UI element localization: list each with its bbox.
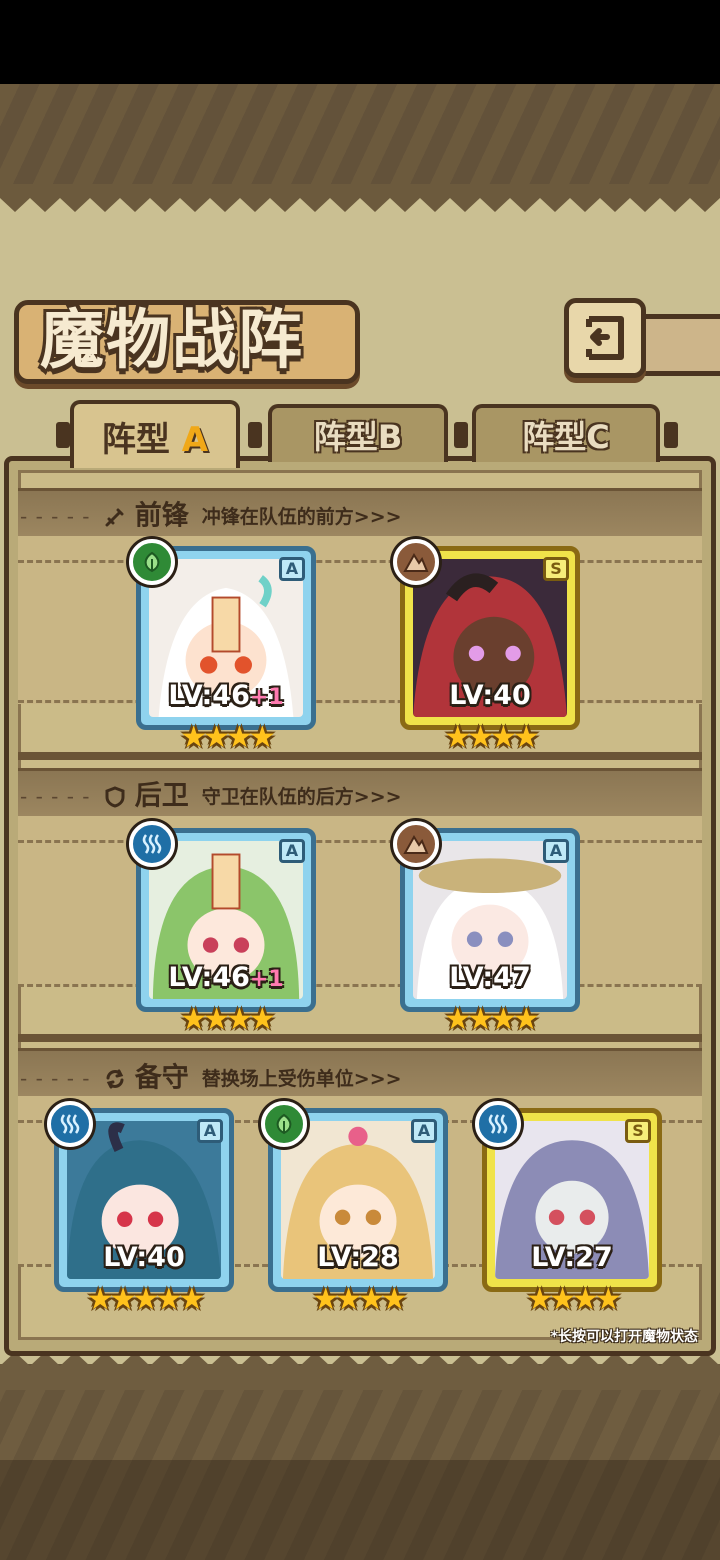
back-button[interactable] <box>564 298 646 378</box>
rank-badge: S <box>543 557 569 581</box>
star-rating: ★★★★★ <box>86 1282 205 1317</box>
monster-card-reserve-2[interactable]: A LV:28 ★★★★ <box>261 1101 448 1317</box>
rank-badge: A <box>279 557 305 581</box>
level-label: LV:40 <box>449 680 531 711</box>
back-button-bar <box>638 314 720 376</box>
row-guideline <box>18 700 702 703</box>
mountain-icon <box>403 553 429 572</box>
tab-c-letter: C <box>586 418 610 456</box>
rank-badge: S <box>625 1119 651 1143</box>
rank-badge: A <box>411 1119 437 1143</box>
monster-card-reserve-1[interactable]: A LV:40 ★★★★★ <box>47 1101 234 1317</box>
element-badge-nature <box>261 1101 307 1147</box>
tab-a-letter: A <box>181 420 209 460</box>
tab-a-label: 阵型 <box>101 420 170 460</box>
shield-icon <box>105 785 125 808</box>
tab-divider <box>664 422 678 448</box>
star-rating: ★★★★ <box>444 720 540 755</box>
return-arrow-icon <box>586 316 624 360</box>
monster-card-front-1[interactable]: A LV:46+1 ★★★★ <box>129 539 316 755</box>
section-name-rear: 后卫 <box>134 780 189 812</box>
level-label: LV:46+1 <box>168 962 284 993</box>
water-waves-icon <box>60 1114 80 1134</box>
level-label: LV:40 <box>103 1242 185 1273</box>
element-badge-water <box>475 1101 521 1147</box>
section-desc-rear: 守卫在队伍的后方>>> <box>201 785 402 808</box>
map-background-top <box>0 84 720 184</box>
element-badge-earth <box>393 539 439 585</box>
element-badge-water <box>47 1101 93 1147</box>
level-label: LV:47 <box>449 962 531 993</box>
rank-badge: A <box>543 839 569 863</box>
tab-formation-a[interactable]: 阵型 A <box>70 400 240 468</box>
tab-b-label: 阵型 <box>313 418 378 456</box>
section-desc-reserve: 替换场上受伤单位>>> <box>201 1067 402 1090</box>
section-name-front: 前锋 <box>134 500 189 532</box>
monster-card-reserve-3[interactable]: S LV:27 ★★★★ <box>475 1101 662 1317</box>
level-label: LV:46+1 <box>168 680 284 711</box>
level-label: LV:27 <box>531 1242 613 1273</box>
mountain-icon <box>403 835 429 854</box>
row-shelf <box>18 752 702 760</box>
tab-formation-c[interactable]: 阵型C <box>472 404 660 462</box>
monster-card-rear-1[interactable]: A LV:46+1 ★★★★ <box>129 821 316 1037</box>
element-badge-water <box>129 821 175 867</box>
section-header-front: - - - - - 前锋 冲锋在队伍的前方>>> <box>20 500 402 532</box>
tab-formation-b[interactable]: 阵型B <box>268 404 448 462</box>
leaf-icon <box>276 1113 292 1135</box>
top-black-bar <box>0 0 720 84</box>
swap-icon <box>106 1069 124 1088</box>
level-label: LV:28 <box>317 1242 399 1273</box>
tab-divider <box>454 422 468 448</box>
water-waves-icon <box>142 834 162 854</box>
star-rating: ★★★★ <box>180 720 276 755</box>
star-rating: ★★★★ <box>312 1282 408 1317</box>
star-rating: ★★★★ <box>444 1002 540 1037</box>
row-guideline <box>18 984 702 987</box>
rank-badge: A <box>279 839 305 863</box>
long-press-hint: *长按可以打开魔物状态 <box>550 1329 698 1345</box>
map-background-bottom <box>0 1360 720 1560</box>
monster-card-rear-2[interactable]: A LV:47 ★★★★ <box>393 821 580 1037</box>
tab-divider <box>248 422 262 448</box>
tab-divider <box>56 422 70 448</box>
sword-icon <box>105 508 124 526</box>
element-badge-earth <box>393 821 439 867</box>
section-desc-front: 冲锋在队伍的前方>>> <box>201 505 402 528</box>
row-guideline <box>18 560 702 563</box>
section-header-reserve: - - - - - 备守 替换场上受伤单位>>> <box>20 1062 402 1094</box>
row-guideline <box>18 840 702 843</box>
monster-card-front-2[interactable]: S LV:40 ★★★★ <box>393 539 580 755</box>
star-rating: ★★★★ <box>526 1282 622 1317</box>
water-waves-icon <box>488 1114 508 1134</box>
element-badge-nature <box>129 539 175 585</box>
page-title: 魔物战阵 <box>40 303 304 378</box>
row-shelf <box>18 1034 702 1042</box>
rank-badge: A <box>197 1119 223 1143</box>
tab-b-letter: B <box>377 418 403 456</box>
torn-edge-top <box>0 184 720 212</box>
tab-c-label: 阵型 <box>522 418 587 456</box>
section-header-rear: - - - - - 后卫 守卫在队伍的后方>>> <box>20 780 402 812</box>
section-name-reserve: 备守 <box>134 1062 189 1094</box>
leaf-icon <box>144 551 160 573</box>
star-rating: ★★★★ <box>180 1002 276 1037</box>
